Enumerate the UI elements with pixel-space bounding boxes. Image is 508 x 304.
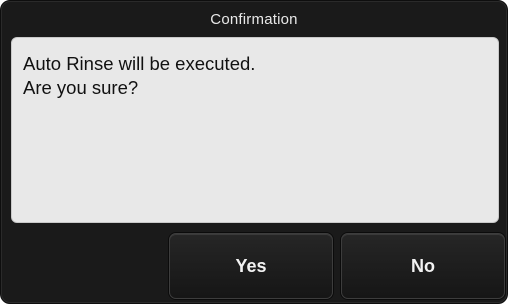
message-line-2: Are you sure? [23, 77, 139, 98]
no-button[interactable]: No [341, 233, 505, 299]
no-button-label: No [411, 255, 435, 276]
yes-button-label: Yes [235, 255, 267, 276]
message-line-1: Auto Rinse will be executed. [23, 53, 256, 74]
yes-button[interactable]: Yes [169, 233, 333, 299]
button-row: Yes No [1, 233, 507, 299]
dialog-title: Confirmation [210, 10, 298, 28]
dialog-title-bar: Confirmation [1, 1, 507, 35]
message-panel: Auto Rinse will be executed. Are you sur… [11, 37, 499, 223]
confirmation-dialog: Confirmation Auto Rinse will be executed… [0, 0, 508, 304]
